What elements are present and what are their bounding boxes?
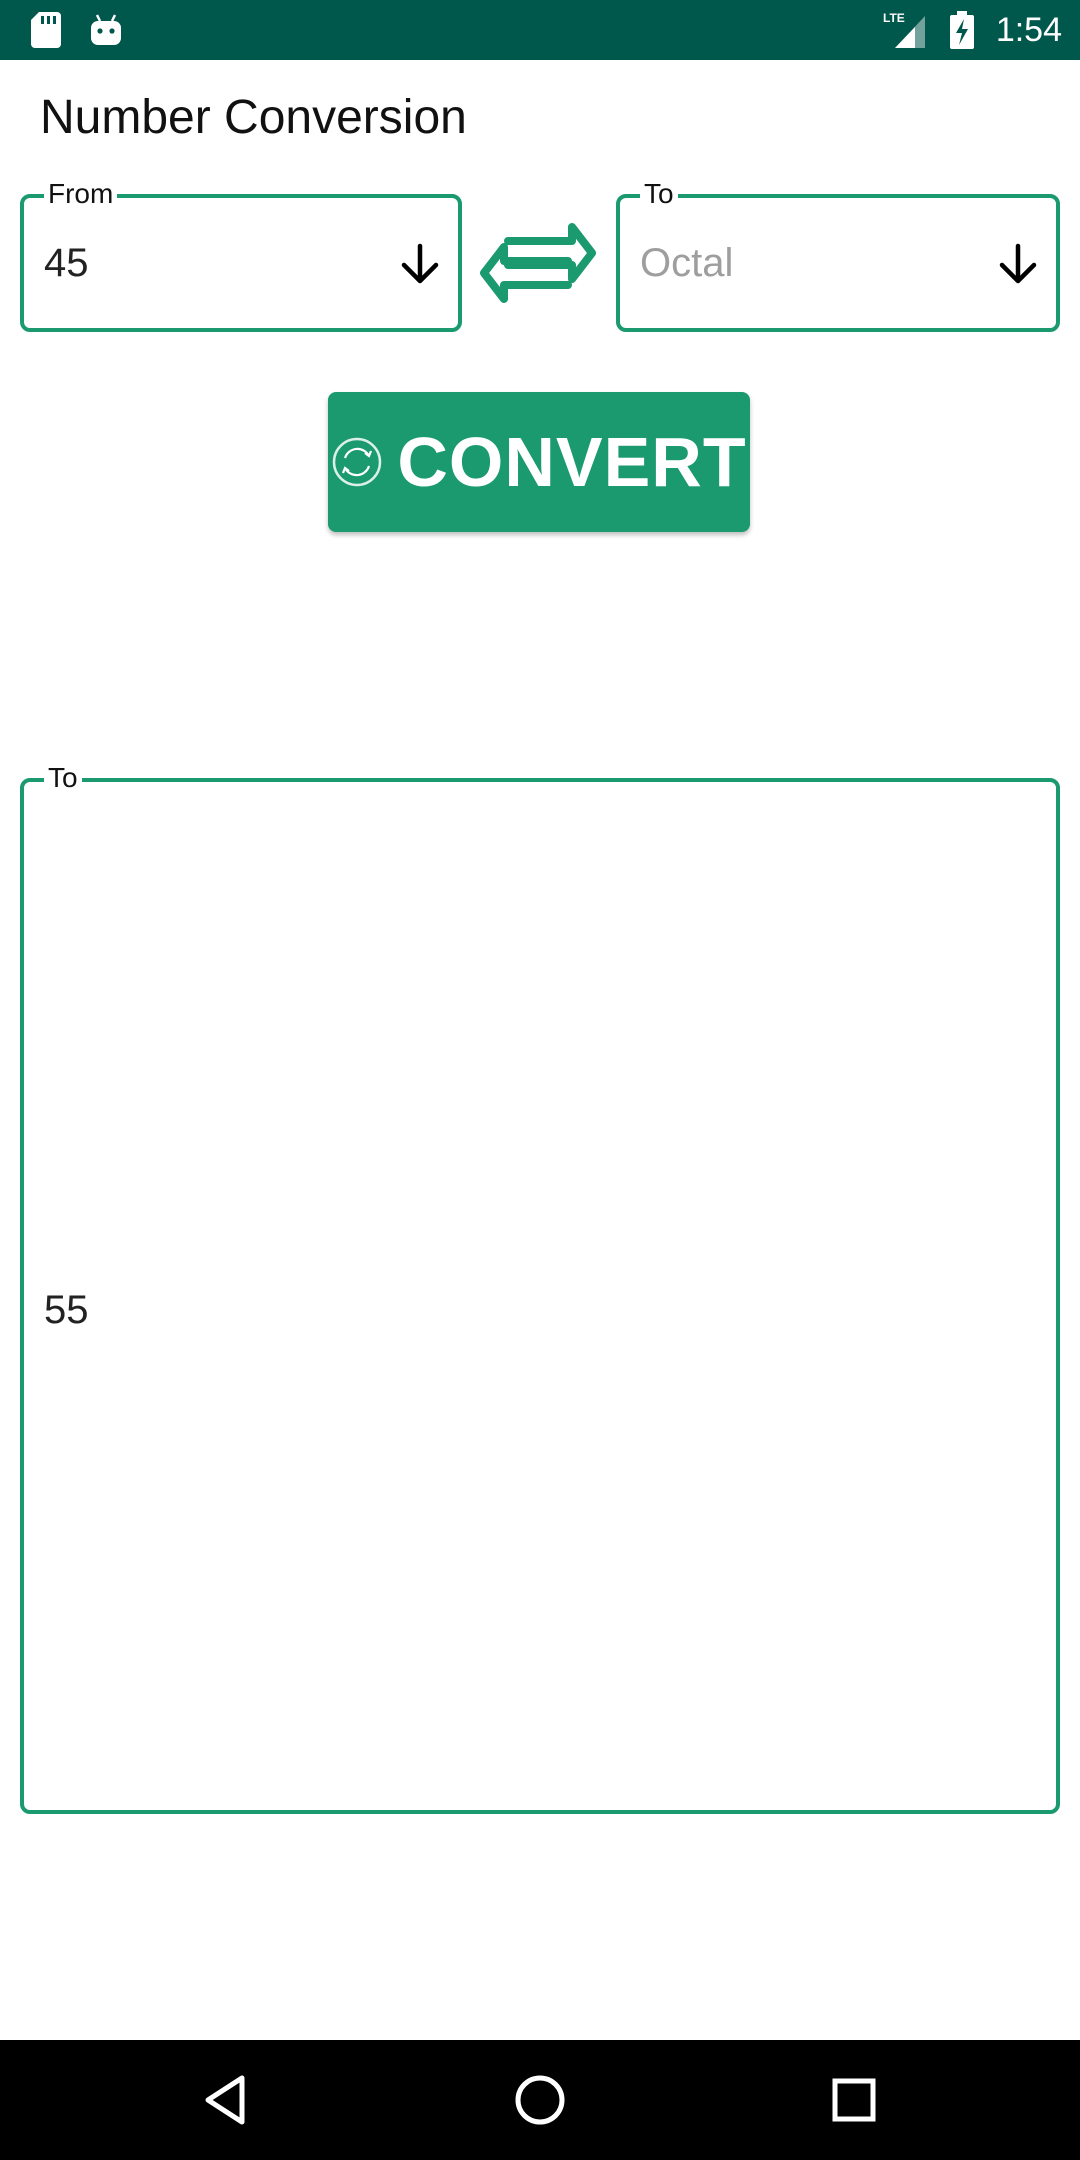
convert-label: CONVERT xyxy=(397,423,747,501)
lte-label: LTE xyxy=(883,11,905,25)
result-value: 55 xyxy=(44,1288,89,1332)
refresh-icon xyxy=(333,437,382,487)
back-icon[interactable] xyxy=(196,2070,256,2130)
from-dropdown[interactable]: From 45 xyxy=(20,178,462,332)
arrow-down-icon[interactable] xyxy=(994,240,1042,288)
to-dropdown[interactable]: To Octal xyxy=(616,178,1060,332)
navigation-bar xyxy=(0,2040,1080,2160)
to-placeholder: Octal xyxy=(640,241,734,285)
page-title: Number Conversion xyxy=(40,91,467,144)
swap-arrows-icon[interactable] xyxy=(478,215,598,311)
status-time: 1:54 xyxy=(995,11,1062,49)
arrow-down-icon[interactable] xyxy=(396,240,444,288)
android-icon xyxy=(88,0,124,60)
lte-signal-icon: LTE xyxy=(880,0,930,60)
from-value: 45 xyxy=(44,241,89,285)
recents-icon[interactable] xyxy=(824,2070,884,2130)
home-icon[interactable] xyxy=(510,2070,570,2130)
result-box: To 55 xyxy=(20,762,1060,1814)
status-bar: LTE 1:54 xyxy=(0,0,1080,60)
convert-button[interactable]: CONVERT xyxy=(328,392,750,532)
sd-card-icon xyxy=(28,0,64,60)
battery-charging-icon xyxy=(948,0,976,60)
result-legend: To xyxy=(44,762,82,794)
